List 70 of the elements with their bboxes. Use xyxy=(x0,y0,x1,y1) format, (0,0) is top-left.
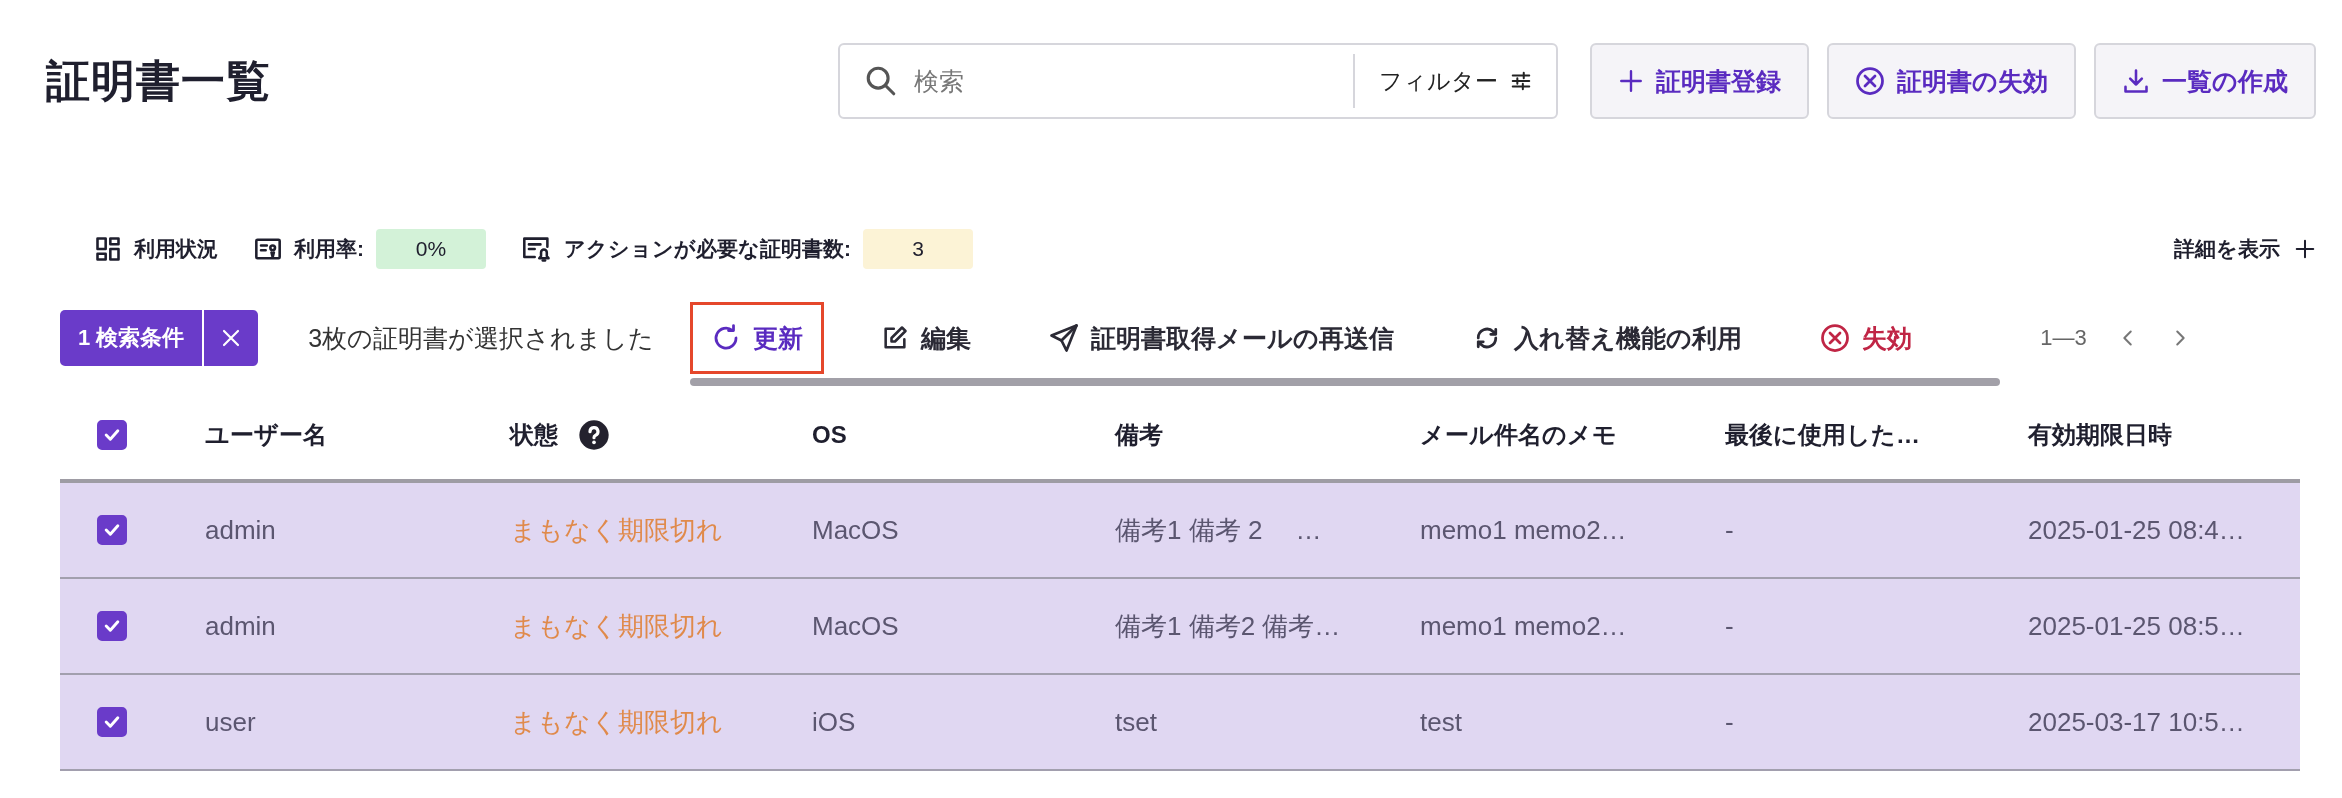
table-cell-text: - xyxy=(1725,514,1735,546)
column-header[interactable]: 備考 xyxy=(1115,419,1420,451)
status-text: まもなく期限切れ xyxy=(510,513,724,547)
filter-button[interactable]: フィルター xyxy=(1353,54,1556,108)
toolbar-action[interactable]: 入れ替え機能の利用 xyxy=(1451,302,1764,374)
table-cell-text: memo1 memo2… xyxy=(1420,610,1628,642)
download-icon xyxy=(2122,67,2150,95)
column-header[interactable]: ユーザー名 xyxy=(205,419,510,451)
plus-icon xyxy=(1618,68,1644,94)
table-row[interactable]: admin まもなく期限切れ MacOS 備考1 備考 2 … memo1 memo2… - 2025-01-25 08:4… xyxy=(60,483,2300,579)
stat-value: 3 xyxy=(863,229,973,269)
table-cell-text: - xyxy=(1725,706,1735,738)
status-text: まもなく期限切れ xyxy=(510,705,724,739)
table-cell-text: test xyxy=(1420,706,1463,738)
checkbox[interactable] xyxy=(97,515,127,545)
help-icon[interactable] xyxy=(578,419,610,451)
close-circle-icon xyxy=(1820,323,1851,353)
table-cell-text: 2025-01-25 08:4… xyxy=(2028,514,2246,546)
toolbar-action[interactable]: 証明書取得メールの再送信 xyxy=(1028,302,1416,374)
toolbar-action[interactable]: 編集 xyxy=(860,302,993,374)
page-range: 1—3 xyxy=(2040,325,2087,351)
column-header[interactable]: OS xyxy=(812,421,1115,449)
table-cell-text: tset xyxy=(1115,706,1158,738)
selection-count: 3枚の証明書が選択されました xyxy=(308,322,655,354)
table-cell-text: user xyxy=(205,706,257,738)
table-cell-text: memo1 memo2… xyxy=(1420,514,1628,546)
stat-label: アクションが必要な証明書数: xyxy=(564,236,851,263)
sliders-icon xyxy=(1510,70,1532,92)
table-cell-text: 備考1 備考2 備考… xyxy=(1115,609,1342,643)
column-header[interactable]: 状態 xyxy=(510,419,558,451)
header-button[interactable]: 証明書登録 xyxy=(1590,43,1809,119)
table-cell-text: 2025-03-17 10:5… xyxy=(2028,706,2246,738)
checkbox[interactable] xyxy=(97,420,127,450)
status-text: まもなく期限切れ xyxy=(510,609,724,643)
column-header[interactable]: メール件名のメモ xyxy=(1420,419,1725,451)
table-cell-text: - xyxy=(1725,610,1735,642)
column-header[interactable]: 最後に使用した… xyxy=(1725,419,2028,451)
close-circle-icon xyxy=(1855,66,1885,96)
checkbox[interactable] xyxy=(97,707,127,737)
certificate-bell-icon xyxy=(522,235,552,263)
stat-value: 0% xyxy=(376,229,486,269)
toolbar-action[interactable]: 更新 xyxy=(690,302,825,374)
page-title: 証明書一覧 xyxy=(46,54,272,107)
table-cell-text: MacOS xyxy=(812,514,900,546)
id-card-icon xyxy=(254,235,282,263)
table-cell-text: MacOS xyxy=(812,610,900,642)
clear-filter-button[interactable] xyxy=(202,310,259,366)
search-icon xyxy=(864,64,898,98)
table-cell-text: admin xyxy=(205,610,277,642)
table-row[interactable]: admin まもなく期限切れ MacOS 備考1 備考2 備考… memo1 memo2… - 2025-01-25 08:5… xyxy=(60,579,2300,675)
send-icon xyxy=(1049,323,1080,353)
table-cell-text: iOS xyxy=(812,706,857,738)
header-button[interactable]: 証明書の失効 xyxy=(1827,43,2076,119)
filter-chip[interactable]: 1 検索条件 xyxy=(60,310,203,366)
checkbox[interactable] xyxy=(97,611,127,641)
column-header[interactable]: 有効期限日時 xyxy=(2028,419,2300,451)
stat-label: 利用率: xyxy=(294,236,364,262)
plus-icon xyxy=(2294,238,2316,260)
scrollbar[interactable] xyxy=(690,378,2001,386)
table-row[interactable]: user まもなく期限切れ iOS tset test - 2025-03-17 10:5… xyxy=(60,675,2300,771)
grid-icon xyxy=(94,235,122,263)
search-field[interactable]: 検索 フィルター xyxy=(838,43,1558,119)
table-cell-text: admin xyxy=(205,514,277,546)
header-button[interactable]: 一覧の作成 xyxy=(2094,43,2316,119)
table-cell-text: 2025-01-25 08:5… xyxy=(2028,610,2246,642)
details-toggle[interactable]: 詳細を表示 xyxy=(2174,235,2316,263)
stat-label: 利用状況 xyxy=(134,236,218,262)
table-cell-text: 備考1 備考 2 … xyxy=(1115,513,1323,547)
toolbar-action[interactable]: 失効 xyxy=(1799,302,1934,374)
edit-icon xyxy=(881,324,910,352)
